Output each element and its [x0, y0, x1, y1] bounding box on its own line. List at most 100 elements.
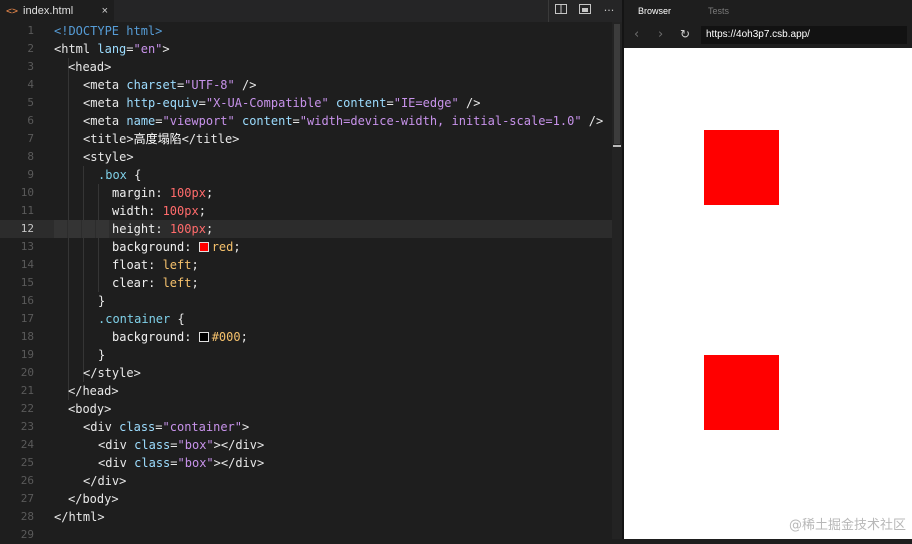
- punct: >: [162, 42, 170, 56]
- code-line: 15 clear: left;: [0, 274, 612, 292]
- line-number: 11: [20, 204, 34, 217]
- tag: </div>: [83, 474, 127, 488]
- punct: =: [170, 438, 178, 452]
- punct: =: [155, 420, 163, 434]
- color-swatch[interactable]: [198, 332, 209, 342]
- code-area[interactable]: 1 <!DOCTYPE html> 2 <html lang="en"> 3 <hea…: [0, 22, 622, 541]
- tab-browser[interactable]: Browser: [638, 6, 671, 16]
- css-value: left: [162, 276, 192, 290]
- line-number: 21: [20, 384, 34, 397]
- punct: =: [155, 114, 163, 128]
- forward-icon[interactable]: ›: [658, 27, 663, 42]
- punct: =: [126, 42, 134, 56]
- attr-value: "box": [177, 456, 214, 470]
- attr-name: class: [126, 456, 171, 470]
- code-line: 29: [0, 526, 612, 544]
- code-line: 11 width: 100px;: [0, 202, 612, 220]
- tag: <style>: [83, 150, 134, 164]
- tag: </body>: [68, 492, 119, 506]
- line-number: 28: [20, 510, 34, 523]
- attr-value: "box": [177, 438, 214, 452]
- tag: <title>: [83, 132, 134, 146]
- preview-icon[interactable]: [577, 3, 593, 19]
- punct: ;: [205, 222, 214, 236]
- punct: ;: [191, 276, 199, 290]
- line-number: 25: [20, 456, 34, 469]
- address-bar[interactable]: https://4oh3p7.csb.app/: [701, 26, 907, 44]
- code-line: 4 <meta charset="UTF-8" />: [0, 76, 612, 94]
- code-line: 2 <html lang="en">: [0, 40, 612, 58]
- tag-name: meta: [90, 96, 120, 110]
- line-number: 3: [27, 60, 34, 73]
- line-number: 26: [20, 474, 34, 487]
- code-line: 23 <div class="container">: [0, 418, 612, 436]
- attr-value: "container": [162, 420, 242, 434]
- punct: />: [581, 114, 604, 128]
- punct: :: [184, 330, 199, 344]
- line-number: 8: [27, 150, 34, 163]
- punct: :: [148, 204, 163, 218]
- attr-name: content: [328, 96, 387, 110]
- punct: :: [155, 186, 170, 200]
- tag-name: html: [61, 42, 91, 56]
- tab-filename: index.html: [23, 5, 74, 17]
- line-number: 14: [20, 258, 34, 271]
- line-number: 19: [20, 348, 34, 361]
- css-value: #000: [211, 330, 241, 344]
- code-line: 5 <meta http-equiv="X-UA-Compatible" cont…: [0, 94, 612, 112]
- attr-value: "X-UA-Compatible": [205, 96, 329, 110]
- punct: :: [184, 240, 199, 254]
- red-box: [704, 355, 779, 430]
- attr-name: class: [111, 420, 156, 434]
- punct: ></div>: [213, 438, 265, 452]
- code-line: 27 </body>: [0, 490, 612, 508]
- browser-nav-bar: ‹ › ↻ https://4oh3p7.csb.app/: [624, 22, 912, 48]
- punct: =: [198, 96, 206, 110]
- split-editor-icon[interactable]: [553, 3, 569, 19]
- color-swatch[interactable]: [198, 242, 209, 252]
- line-number: 1: [27, 24, 34, 37]
- doctype: <!DOCTYPE html>: [54, 24, 163, 38]
- line-number: 4: [27, 78, 34, 91]
- back-icon[interactable]: ‹: [634, 27, 639, 42]
- code-line: 22 <body>: [0, 400, 612, 418]
- tag-name: div: [90, 420, 112, 434]
- overview-ruler-marker: [613, 145, 621, 147]
- more-icon[interactable]: ···: [601, 3, 617, 19]
- punct: =: [386, 96, 394, 110]
- css-selector: .box: [98, 168, 127, 182]
- line-number: 13: [20, 240, 34, 253]
- css-value: 100px: [169, 222, 206, 236]
- punct: ;: [191, 258, 199, 272]
- code-line: 10 margin: 100px;: [0, 184, 612, 202]
- line-number: 20: [20, 366, 34, 379]
- punct: {: [126, 168, 142, 182]
- punct: }: [98, 348, 106, 362]
- css-value: red: [211, 240, 234, 254]
- css-selector: .container: [98, 312, 171, 326]
- code-editor[interactable]: <> index.html × ··· 1 <!DOCTYPE html> 2 <h…: [0, 0, 622, 541]
- css-property: margin: [112, 186, 156, 200]
- line-number: 23: [20, 420, 34, 433]
- browser-tab-bar: Browser Tests: [624, 0, 912, 22]
- attr-value: "en": [133, 42, 163, 56]
- line-number: 6: [27, 114, 34, 127]
- css-value: left: [162, 258, 192, 272]
- attr-name: charset: [119, 78, 177, 92]
- punct: :: [148, 276, 163, 290]
- tab-tests[interactable]: Tests: [708, 6, 729, 16]
- refresh-icon[interactable]: ↻: [680, 27, 690, 41]
- punct: :: [155, 222, 170, 236]
- tab-index-html[interactable]: <> index.html ×: [0, 0, 114, 22]
- line-number: 27: [20, 492, 34, 505]
- punct: =: [292, 114, 300, 128]
- tag: </head>: [68, 384, 119, 398]
- code-line: 9 .box {: [0, 166, 612, 184]
- punct: />: [458, 96, 481, 110]
- tag: </html>: [54, 510, 105, 524]
- line-number: 22: [20, 402, 34, 415]
- scrollbar-thumb[interactable]: [614, 24, 620, 144]
- tag: <head>: [68, 60, 112, 74]
- close-icon[interactable]: ×: [102, 5, 108, 17]
- punct: >: [242, 420, 250, 434]
